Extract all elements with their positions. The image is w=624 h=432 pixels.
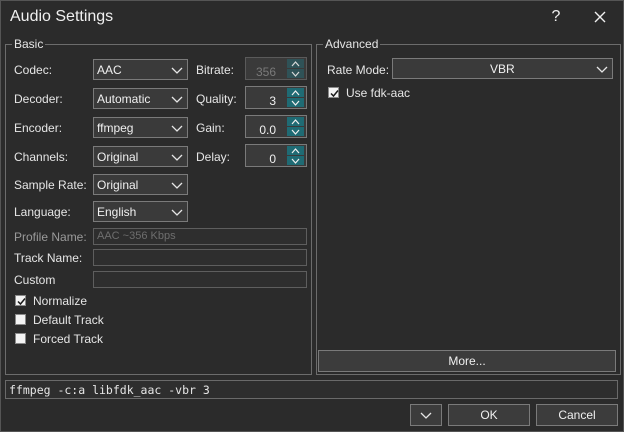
default-track-checkbox[interactable]: [15, 314, 26, 325]
chevron-down-icon: [171, 154, 183, 161]
spin-down-button[interactable]: [287, 69, 304, 78]
custom-field[interactable]: [93, 271, 307, 288]
track-name-field[interactable]: [93, 249, 307, 266]
chevron-down-icon: [291, 100, 300, 106]
chevron-down-icon: [171, 125, 183, 132]
bitrate-value: 356: [255, 65, 276, 79]
sample-rate-value: Original: [97, 178, 139, 192]
close-button[interactable]: [578, 1, 622, 32]
use-fdk-aac-checkbox[interactable]: [328, 87, 339, 98]
spin-up-button[interactable]: [287, 146, 304, 155]
window-title: Audio Settings: [10, 8, 114, 25]
chevron-down-icon: [171, 67, 183, 74]
rate-mode-select[interactable]: VBR: [392, 58, 613, 79]
gain-label: Gain:: [196, 121, 225, 135]
command-line-value: ffmpeg -c:a libfdk_aac -vbr 3: [9, 383, 210, 397]
gain-value: 0.0: [259, 123, 276, 137]
language-label: Language:: [14, 205, 71, 219]
spin-up-button[interactable]: [287, 88, 304, 97]
custom-label: Custom: [14, 273, 56, 287]
forced-track-label: Forced Track: [33, 332, 104, 346]
quality-spinner[interactable]: 3: [245, 86, 307, 109]
default-track-label: Default Track: [33, 313, 104, 327]
basic-legend: Basic: [12, 37, 46, 51]
quality-value: 3: [269, 94, 276, 108]
normalize-checkbox[interactable]: [15, 295, 26, 306]
forced-track-checkbox[interactable]: [15, 333, 26, 344]
profile-name-label: Profile Name:: [14, 230, 87, 244]
delay-spinner[interactable]: 0: [245, 144, 307, 167]
spin-down-button[interactable]: [287, 156, 304, 165]
title-bar: Audio Settings ?: [1, 1, 623, 32]
channels-label: Channels:: [14, 150, 69, 164]
decoder-label: Decoder:: [14, 92, 63, 106]
bitrate-label: Bitrate:: [196, 63, 235, 77]
profile-name-field[interactable]: AAC ~356 Kbps: [93, 228, 307, 245]
spin-down-button[interactable]: [287, 98, 304, 107]
encoder-select[interactable]: ffmpeg: [93, 117, 188, 138]
chevron-down-icon: [171, 209, 183, 216]
codec-select[interactable]: AAC: [93, 59, 188, 80]
chevron-down-icon: [171, 182, 183, 189]
rate-mode-value: VBR: [490, 62, 515, 76]
chevron-down-icon: [291, 158, 300, 164]
channels-value: Original: [97, 150, 139, 164]
delay-label: Delay:: [196, 150, 231, 164]
command-line-field[interactable]: ffmpeg -c:a libfdk_aac -vbr 3: [5, 380, 618, 399]
chevron-down-icon: [171, 96, 183, 103]
cancel-button[interactable]: Cancel: [536, 404, 618, 426]
decoder-select[interactable]: Automatic: [93, 88, 188, 109]
spin-up-button[interactable]: [287, 117, 304, 126]
decoder-value: Automatic: [97, 92, 151, 106]
chevron-down-icon: [420, 412, 432, 419]
close-icon: [594, 11, 606, 22]
chevron-down-icon: [291, 129, 300, 135]
bitrate-spinner[interactable]: 356: [245, 57, 307, 80]
codec-label: Codec:: [14, 63, 53, 77]
language-select[interactable]: English: [93, 201, 188, 222]
chevron-up-icon: [291, 61, 300, 67]
encoder-label: Encoder:: [14, 121, 63, 135]
channels-select[interactable]: Original: [93, 146, 188, 167]
delay-value: 0: [269, 152, 276, 166]
rate-mode-label: Rate Mode:: [327, 63, 390, 77]
chevron-up-icon: [291, 90, 300, 96]
spin-down-button[interactable]: [287, 127, 304, 136]
more-button[interactable]: More...: [318, 350, 616, 372]
quality-label: Quality:: [196, 92, 237, 106]
help-button[interactable]: ?: [534, 1, 578, 32]
checkmark-icon: [17, 298, 26, 306]
chevron-down-icon: [596, 66, 608, 73]
track-name-label: Track Name:: [14, 251, 83, 265]
chevron-down-icon: [291, 71, 300, 77]
sample-rate-select[interactable]: Original: [93, 174, 188, 195]
menu-dropdown-button[interactable]: [410, 404, 442, 426]
encoder-value: ffmpeg: [97, 121, 134, 135]
gain-spinner[interactable]: 0.0: [245, 115, 307, 138]
ok-button[interactable]: OK: [448, 404, 530, 426]
sample-rate-label: Sample Rate:: [14, 178, 87, 192]
checkmark-icon: [330, 90, 339, 98]
audio-settings-dialog: Audio Settings ? Basic Codec: AAC Decode…: [0, 0, 624, 432]
profile-name-value: AAC ~356 Kbps: [97, 230, 176, 242]
codec-value: AAC: [97, 63, 122, 77]
chevron-up-icon: [291, 148, 300, 154]
use-fdk-aac-label: Use fdk-aac: [346, 86, 411, 100]
normalize-label: Normalize: [33, 294, 88, 308]
chevron-up-icon: [291, 119, 300, 125]
language-value: English: [97, 205, 137, 219]
advanced-legend: Advanced: [323, 37, 381, 51]
spin-up-button[interactable]: [287, 59, 304, 68]
